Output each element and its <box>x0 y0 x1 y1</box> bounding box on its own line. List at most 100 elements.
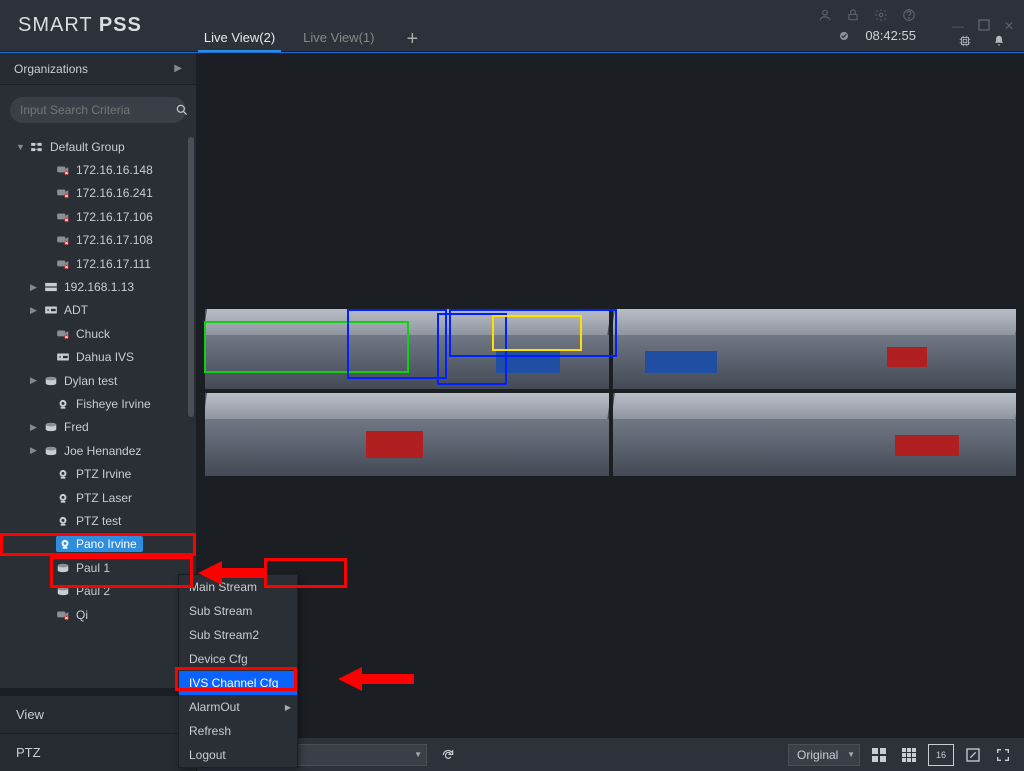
tree-item[interactable]: 172.16.16.148 <box>0 158 196 181</box>
grid-2x2-button[interactable] <box>868 744 890 766</box>
tree-item-label: Paul 1 <box>76 561 110 575</box>
context-menu-item[interactable]: Sub Stream <box>179 599 297 623</box>
tree-root-label: Default Group <box>50 140 125 154</box>
tree-item[interactable]: Qi <box>0 603 196 626</box>
device-icon <box>56 211 70 223</box>
context-menu-item[interactable]: Device Cfg <box>179 647 297 671</box>
tree-item[interactable]: 172.16.17.111 <box>0 252 196 275</box>
device-icon <box>56 351 70 363</box>
footer-view[interactable]: View <box>0 695 196 733</box>
tab-liveview-2[interactable]: Live View(2) <box>202 24 277 51</box>
tabs: Live View(2) Live View(1) + <box>202 0 424 51</box>
device-icon <box>56 328 70 340</box>
chevron-right-icon: ▶ <box>30 282 38 293</box>
tree-item[interactable]: PTZ test <box>0 509 196 532</box>
scale-select-value: Original <box>797 748 838 762</box>
detection-box <box>492 315 582 351</box>
context-menu-item[interactable]: IVS Channel Cfg <box>179 671 297 695</box>
chevron-down-icon: ▼ <box>847 750 855 759</box>
tree-item-label: Dylan test <box>64 374 117 388</box>
tree-item[interactable]: ▶192.168.1.13 <box>0 275 196 298</box>
chevron-right-icon: ▶ <box>174 63 182 74</box>
sidebar: Organizations ▶ ▼ <box>0 53 197 771</box>
device-icon <box>56 515 70 527</box>
fullscreen-button[interactable] <box>992 744 1014 766</box>
tree-item-label: 172.16.16.148 <box>76 163 153 177</box>
device-icon <box>44 421 58 433</box>
tree-item[interactable]: ▶ Dylan test <box>0 369 196 392</box>
status-dot-icon <box>837 29 851 43</box>
search-input[interactable] <box>20 103 175 117</box>
chevron-down-icon: ▼ <box>16 142 24 152</box>
device-tree: ▼ Default Group 172.16.16.148 172.16.16.2… <box>0 131 196 688</box>
refresh-button[interactable] <box>437 744 459 766</box>
tree-item-label: PTZ Irvine <box>76 467 131 481</box>
chevron-right-icon: ▶ <box>30 305 38 316</box>
camera-tile[interactable] <box>613 309 1017 389</box>
tree-item[interactable]: 172.16.16.241 <box>0 182 196 205</box>
device-icon <box>44 281 58 293</box>
tree-item[interactable]: Chuck <box>0 322 196 345</box>
tree-item[interactable]: Fisheye Irvine <box>0 392 196 415</box>
tree-item[interactable]: ▶Joe Henandez <box>0 439 196 462</box>
tree-item-label: Dahua IVS <box>76 350 134 364</box>
tree-item[interactable]: ▶ADT <box>0 299 196 322</box>
camera-tile[interactable] <box>613 393 1017 476</box>
tree-item-label: 172.16.17.108 <box>76 233 153 247</box>
maximize-button[interactable] <box>978 19 990 33</box>
help-icon[interactable] <box>902 8 916 22</box>
tree-item-label: Chuck <box>76 327 110 341</box>
tree-item-label: 172.16.16.241 <box>76 186 153 200</box>
add-tab-button[interactable]: + <box>400 28 424 51</box>
bell-icon[interactable] <box>992 34 1006 48</box>
scale-select[interactable]: Original ▼ <box>788 744 860 766</box>
search-input-wrapper[interactable] <box>10 97 186 123</box>
user-icon[interactable] <box>818 8 832 22</box>
tree-item-label: PTZ test <box>76 514 121 528</box>
close-button[interactable]: ✕ <box>1004 19 1014 33</box>
tree-item[interactable]: Paul 2 <box>0 579 196 602</box>
context-menu-item[interactable]: Sub Stream2 <box>179 623 297 647</box>
context-menu-item[interactable]: Logout <box>179 743 297 767</box>
tree-item[interactable]: PTZ Laser <box>0 486 196 509</box>
tree-item[interactable]: ▶Fred <box>0 416 196 439</box>
context-menu-item[interactable]: Main Stream <box>179 575 297 599</box>
tab-liveview-1[interactable]: Live View(1) <box>301 24 376 51</box>
device-icon <box>56 398 70 410</box>
sidebar-header[interactable]: Organizations ▶ <box>0 53 196 85</box>
chevron-right-icon: ▶ <box>30 375 38 386</box>
device-icon <box>56 562 70 574</box>
tree-item[interactable]: PTZ Irvine <box>0 462 196 485</box>
grid-3x3-button[interactable] <box>898 744 920 766</box>
brand-logo: SMART PSS <box>18 14 142 37</box>
gear-icon[interactable] <box>874 8 888 22</box>
footer-ptz[interactable]: PTZ <box>0 733 196 771</box>
lock-icon[interactable] <box>846 8 860 22</box>
minimize-button[interactable]: — <box>952 19 964 33</box>
device-icon <box>56 492 70 504</box>
camera-icon <box>58 538 72 550</box>
tree-item[interactable]: 172.16.17.108 <box>0 229 196 252</box>
tree-item[interactable]: Pano Irvine <box>0 533 196 556</box>
tree-item[interactable]: 172.16.17.106 <box>0 205 196 228</box>
search-icon[interactable] <box>175 103 189 117</box>
device-icon <box>56 609 70 621</box>
tree-item[interactable]: Dahua IVS <box>0 346 196 369</box>
context-menu: Main StreamSub StreamSub Stream2Device C… <box>178 574 298 768</box>
edit-layout-button[interactable] <box>962 744 984 766</box>
context-menu-item[interactable]: Refresh <box>179 719 297 743</box>
live-viewer[interactable] <box>197 53 1024 737</box>
group-icon <box>30 141 44 153</box>
context-menu-item[interactable]: AlarmOut <box>179 695 297 719</box>
device-icon <box>44 445 58 457</box>
titlebar: SMART PSS Live View(2) Live View(1) + <box>0 0 1024 52</box>
chevron-down-icon: ▼ <box>414 750 422 759</box>
grid-count-badge[interactable]: 16 <box>928 744 954 766</box>
camera-tile[interactable] <box>205 393 609 476</box>
tree-item[interactable]: Paul 1 <box>0 556 196 579</box>
tree-root[interactable]: ▼ Default Group <box>0 135 196 158</box>
tree-item-label: Fisheye Irvine <box>76 397 151 411</box>
device-icon <box>56 164 70 176</box>
cpu-icon[interactable] <box>958 34 972 48</box>
chevron-right-icon: ▶ <box>30 422 38 433</box>
